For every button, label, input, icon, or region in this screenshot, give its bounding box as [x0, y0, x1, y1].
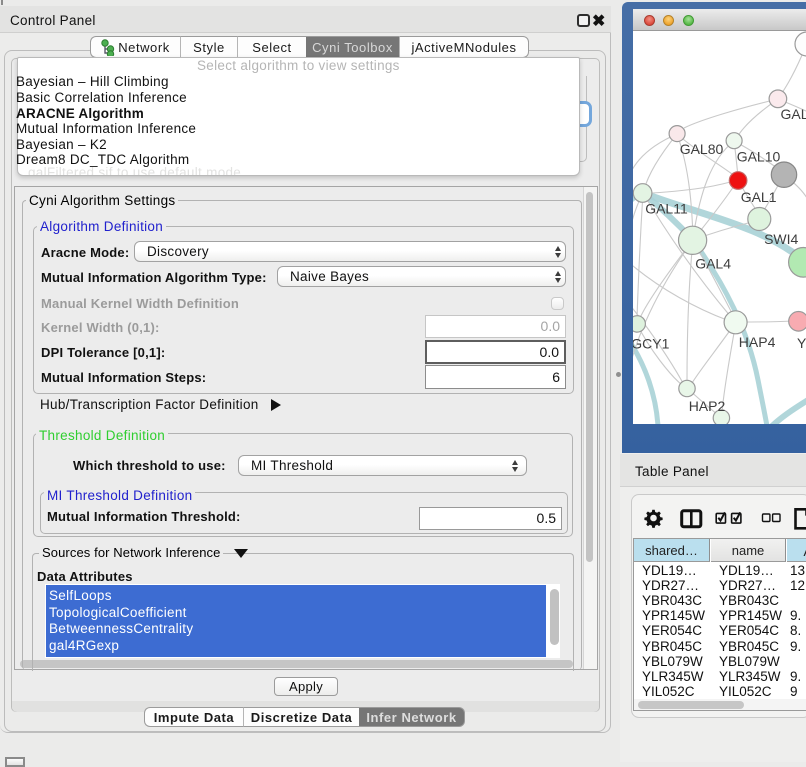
svg-text:Y: Y [797, 335, 806, 351]
svg-text:SWI4: SWI4 [764, 231, 798, 247]
svg-text:GAL10: GAL10 [737, 149, 781, 165]
svg-text:GAL4: GAL4 [695, 256, 731, 272]
svg-text:GCY1: GCY1 [633, 336, 670, 352]
svg-text:HAP2: HAP2 [689, 398, 726, 414]
svg-text:GAL80: GAL80 [680, 141, 724, 157]
svg-text:GAL: GAL [781, 106, 806, 122]
svg-text:GAL1: GAL1 [741, 189, 777, 205]
svg-text:HAP4: HAP4 [739, 334, 776, 350]
svg-text:GAL11: GAL11 [645, 201, 688, 217]
